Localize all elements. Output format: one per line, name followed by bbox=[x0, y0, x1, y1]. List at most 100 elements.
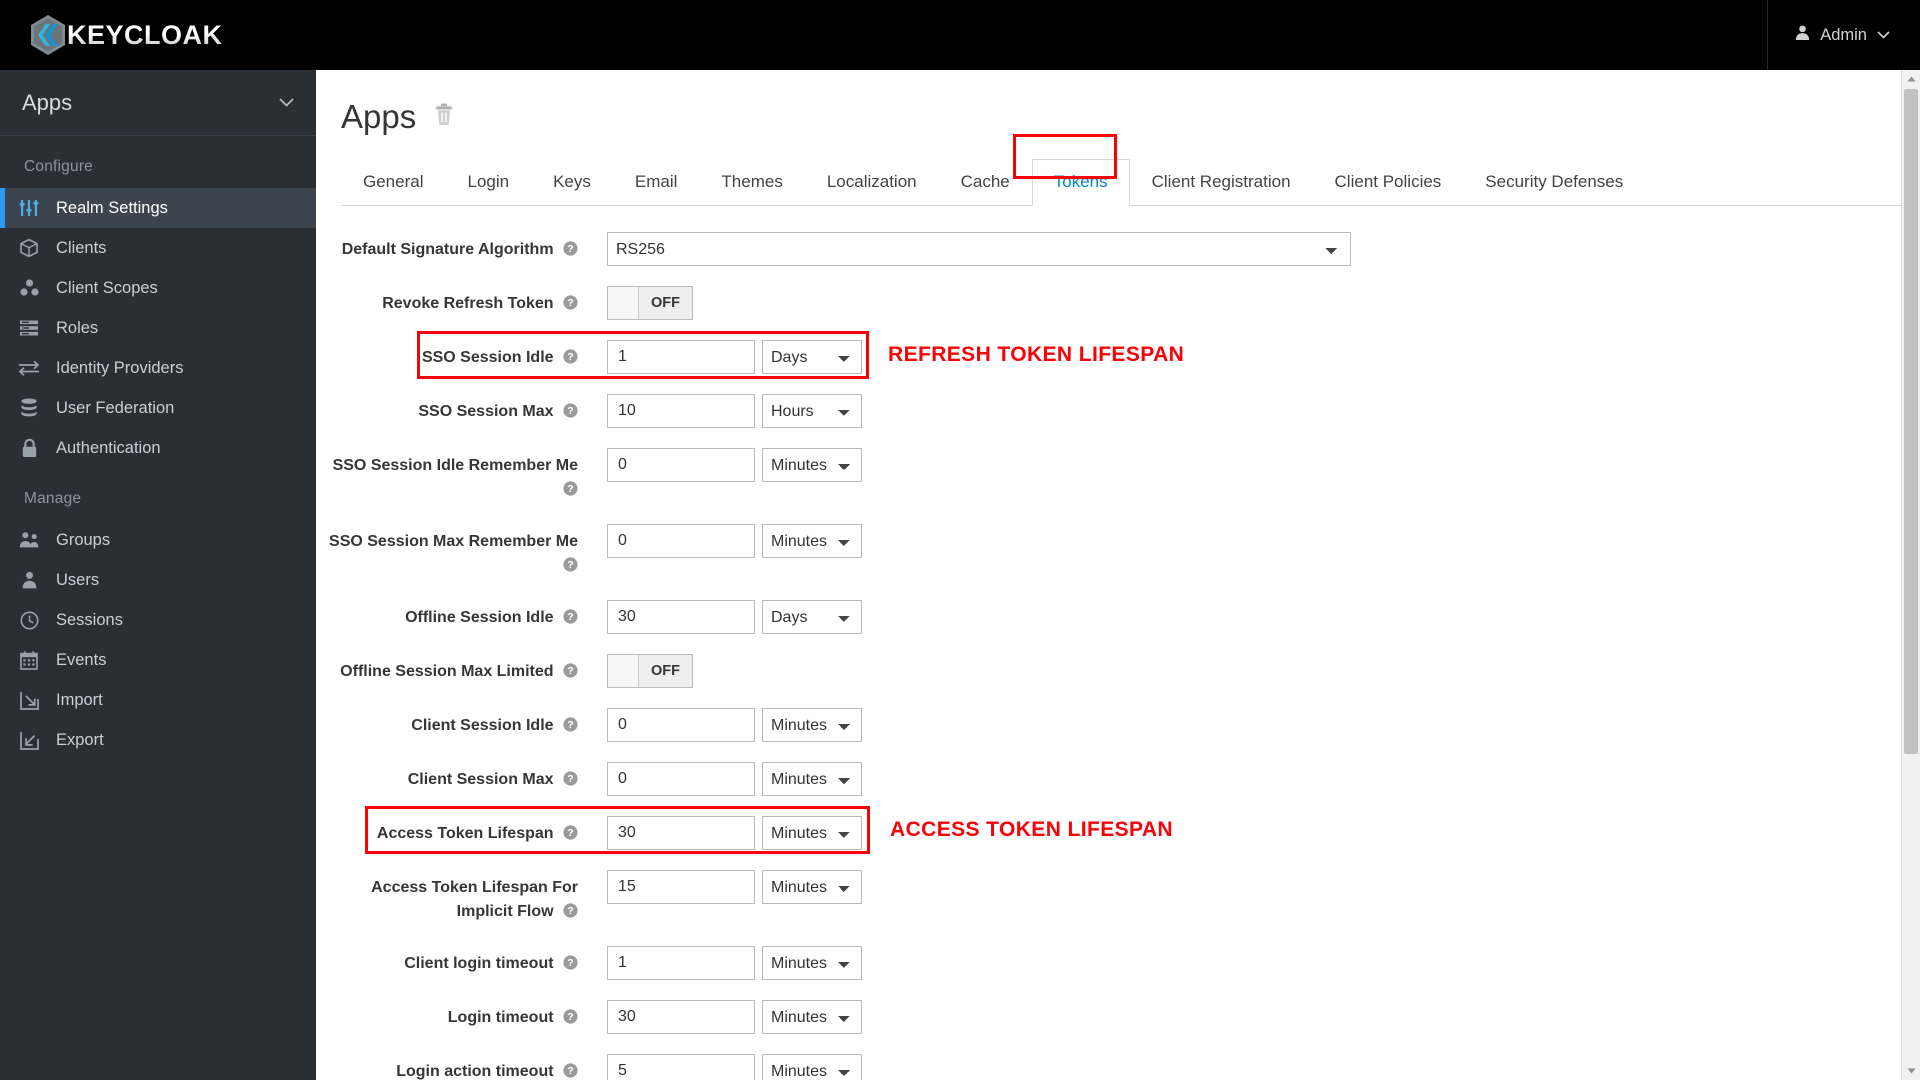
question-circle-icon[interactable]: ? bbox=[563, 240, 578, 264]
client_session_max-unit-select[interactable]: MinutesHoursDays bbox=[762, 762, 862, 796]
toggle-state-label: OFF bbox=[639, 287, 692, 319]
label-text: Login timeout bbox=[447, 1009, 554, 1026]
trash-icon[interactable] bbox=[434, 103, 454, 131]
question-circle-icon[interactable]: ? bbox=[563, 902, 578, 926]
question-circle-icon[interactable]: ? bbox=[563, 556, 578, 580]
sso_session_max_remember_me-control: MinutesHoursDays bbox=[607, 524, 862, 558]
tab-email[interactable]: Email bbox=[613, 159, 700, 206]
sidebar-item-label: Identity Providers bbox=[56, 358, 184, 377]
client_session_max-input[interactable] bbox=[607, 762, 755, 796]
offline_session_max_limited-toggle[interactable]: OFF bbox=[607, 654, 693, 688]
sso_session_idle_remember_me-row: SSO Session Idle Remember Me ? MinutesHou… bbox=[316, 448, 1901, 504]
question-circle-icon[interactable]: ? bbox=[563, 716, 578, 740]
vertical-scrollbar[interactable] bbox=[1901, 70, 1920, 1080]
sidebar: Apps Configure Realm Settings Clients Clien… bbox=[0, 70, 316, 1080]
label-text: Login action timeout bbox=[396, 1063, 554, 1080]
sidebar-item-sessions[interactable]: Sessions bbox=[0, 600, 316, 640]
access_token_lifespan-label: Access Token Lifespan ? bbox=[316, 816, 578, 848]
realm-selector[interactable]: Apps bbox=[0, 70, 316, 136]
sidebar-item-user-federation[interactable]: User Federation bbox=[0, 388, 316, 428]
client_login_timeout-row: Client login timeout ? MinutesHoursDays bbox=[316, 946, 1901, 980]
access_token_lifespan_implicit-control: MinutesHoursDays bbox=[607, 870, 862, 904]
svg-text:?: ? bbox=[567, 719, 573, 731]
scroll-down-arrow-icon[interactable] bbox=[1902, 1062, 1920, 1080]
login_action_timeout-input[interactable] bbox=[607, 1054, 755, 1080]
access_token_lifespan-input[interactable] bbox=[607, 816, 755, 850]
sidebar-item-import[interactable]: Import bbox=[0, 680, 316, 720]
sidebar-item-realm-settings[interactable]: Realm Settings bbox=[0, 188, 316, 228]
client_session_idle-label: Client Session Idle ? bbox=[316, 708, 578, 740]
svg-text:?: ? bbox=[567, 243, 573, 255]
calendar-icon bbox=[16, 650, 42, 670]
user-menu[interactable]: Admin bbox=[1767, 0, 1920, 70]
offline_session_idle-input[interactable] bbox=[607, 600, 755, 634]
access_token_lifespan_implicit-unit-select[interactable]: MinutesHoursDays bbox=[762, 870, 862, 904]
user-name-label: Admin bbox=[1820, 25, 1867, 44]
sso_session_max-unit-select[interactable]: MinutesHoursDays bbox=[762, 394, 862, 428]
sso_session_idle-unit-select[interactable]: MinutesHoursDays bbox=[762, 340, 862, 374]
svg-text:?: ? bbox=[567, 957, 573, 969]
svg-text:?: ? bbox=[567, 297, 573, 309]
sso_session_idle-input[interactable] bbox=[607, 340, 755, 374]
login_action_timeout-unit-select[interactable]: MinutesHoursDays bbox=[762, 1054, 862, 1080]
sidebar-item-clients[interactable]: Clients bbox=[0, 228, 316, 268]
question-circle-icon[interactable]: ? bbox=[563, 402, 578, 426]
sidebar-item-export[interactable]: Export bbox=[0, 720, 316, 760]
sso_session_idle_remember_me-input[interactable] bbox=[607, 448, 755, 482]
client_login_timeout-unit-select[interactable]: MinutesHoursDays bbox=[762, 946, 862, 980]
question-circle-icon[interactable]: ? bbox=[563, 348, 578, 372]
tab-client-registration[interactable]: Client Registration bbox=[1130, 159, 1313, 206]
sidebar-item-groups[interactable]: Groups bbox=[0, 520, 316, 560]
sidebar-item-client-scopes[interactable]: Client Scopes bbox=[0, 268, 316, 308]
question-circle-icon[interactable]: ? bbox=[563, 662, 578, 686]
tab-themes[interactable]: Themes bbox=[699, 159, 804, 206]
access_token_lifespan_implicit-input[interactable] bbox=[607, 870, 755, 904]
tab-login[interactable]: Login bbox=[445, 159, 531, 206]
scroll-up-arrow-icon[interactable] bbox=[1902, 70, 1920, 88]
login_timeout-input[interactable] bbox=[607, 1000, 755, 1034]
revoke_refresh_token-row: Revoke Refresh Token ? OFF bbox=[316, 286, 1901, 320]
sso_session_max_remember_me-input[interactable] bbox=[607, 524, 755, 558]
client_session_idle-input[interactable] bbox=[607, 708, 755, 742]
revoke_refresh_token-toggle[interactable]: OFF bbox=[607, 286, 693, 320]
default_signature_algorithm-select[interactable]: RS256RS384RS512ES256ES384ES512HS256HS384… bbox=[607, 232, 1351, 266]
scrollbar-thumb[interactable] bbox=[1904, 89, 1918, 754]
client_session_idle-unit-select[interactable]: MinutesHoursDays bbox=[762, 708, 862, 742]
question-circle-icon[interactable]: ? bbox=[563, 294, 578, 318]
label-text: Client login timeout bbox=[404, 955, 554, 972]
question-circle-icon[interactable]: ? bbox=[563, 608, 578, 632]
sso_session_max-input[interactable] bbox=[607, 394, 755, 428]
tab-security-defenses[interactable]: Security Defenses bbox=[1463, 159, 1645, 206]
sso_session_idle_remember_me-unit-select[interactable]: MinutesHoursDays bbox=[762, 448, 862, 482]
tab-tokens[interactable]: Tokens bbox=[1031, 159, 1130, 206]
question-circle-icon[interactable]: ? bbox=[563, 824, 578, 848]
sidebar-item-authentication[interactable]: Authentication bbox=[0, 428, 316, 468]
tab-general[interactable]: General bbox=[341, 159, 445, 206]
tab-localization[interactable]: Localization bbox=[805, 159, 939, 206]
question-circle-icon[interactable]: ? bbox=[563, 770, 578, 794]
tab-keys[interactable]: Keys bbox=[531, 159, 613, 206]
offline_session_idle-unit-select[interactable]: MinutesHoursDays bbox=[762, 600, 862, 634]
question-circle-icon[interactable]: ? bbox=[563, 480, 578, 504]
tab-cache[interactable]: Cache bbox=[939, 159, 1032, 206]
sidebar-item-events[interactable]: Events bbox=[0, 640, 316, 680]
client_login_timeout-input[interactable] bbox=[607, 946, 755, 980]
label-text: Offline Session Max Limited bbox=[340, 663, 554, 680]
sidebar-item-users[interactable]: Users bbox=[0, 560, 316, 600]
chevron-down-icon[interactable] bbox=[279, 94, 294, 112]
sidebar-item-identity-providers[interactable]: Identity Providers bbox=[0, 348, 316, 388]
login_timeout-unit-select[interactable]: MinutesHoursDays bbox=[762, 1000, 862, 1034]
sso_session_max_remember_me-unit-select[interactable]: MinutesHoursDays bbox=[762, 524, 862, 558]
offline_session_idle-label: Offline Session Idle ? bbox=[316, 600, 578, 632]
question-circle-icon[interactable]: ? bbox=[563, 1008, 578, 1032]
default_signature_algorithm-control: RS256RS384RS512ES256ES384ES512HS256HS384… bbox=[607, 232, 1351, 266]
sidebar-item-roles[interactable]: Roles bbox=[0, 308, 316, 348]
access_token_lifespan-unit-select[interactable]: MinutesHoursDays bbox=[762, 816, 862, 850]
question-circle-icon[interactable]: ? bbox=[563, 954, 578, 978]
tab-client-policies[interactable]: Client Policies bbox=[1313, 159, 1464, 206]
chevron-down-icon[interactable] bbox=[1877, 26, 1890, 44]
svg-text:?: ? bbox=[567, 483, 573, 495]
keycloak-brand[interactable]: KEYCLOAK bbox=[26, 13, 223, 57]
sidebar-item-label: Client Scopes bbox=[56, 278, 158, 297]
question-circle-icon[interactable]: ? bbox=[563, 1062, 578, 1080]
